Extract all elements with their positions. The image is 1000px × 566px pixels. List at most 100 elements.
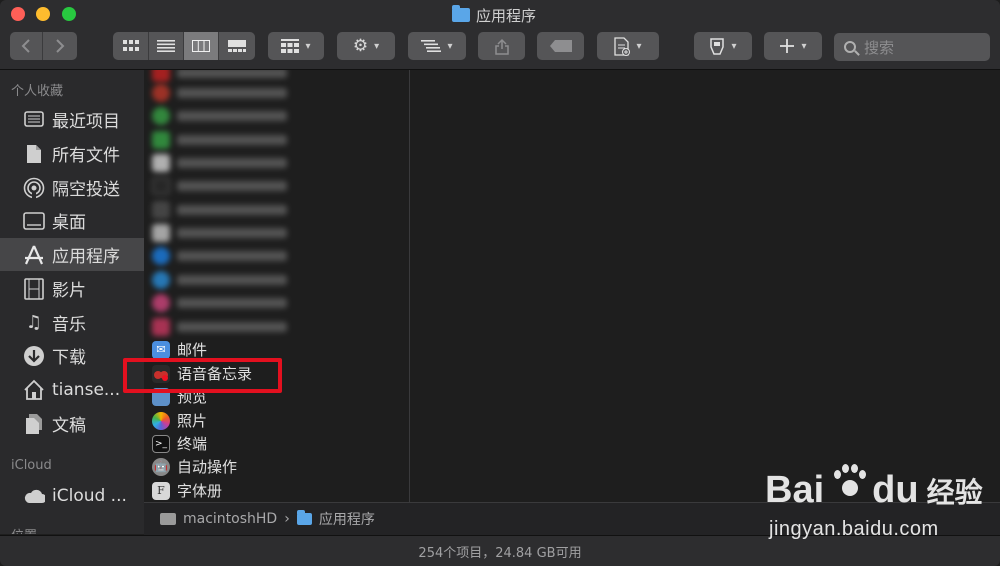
watermark: Bai du 经验 jingyan.baidu.com: [765, 460, 995, 550]
sidebar-item-label: 文稿: [52, 416, 86, 436]
chevron-down-icon: ▾: [801, 40, 807, 52]
plus-icon: [780, 39, 795, 53]
list-item-blurred[interactable]: [152, 128, 287, 151]
sidebar-item-label: 隔空投送: [52, 180, 120, 200]
highlight-box: [123, 358, 282, 393]
applications-icon: [23, 244, 45, 266]
back-button[interactable]: [10, 32, 43, 60]
icon-view-icon: [122, 40, 139, 51]
film-icon: [23, 277, 45, 300]
recents-icon: [23, 109, 45, 131]
list-item-label: 照片: [177, 412, 208, 430]
airdrop-icon: [23, 177, 45, 199]
automator-icon: 🤖: [152, 457, 170, 476]
gallery-view-icon: [228, 40, 246, 52]
maximize-window-button[interactable]: [62, 7, 76, 21]
arrange-button[interactable]: ▾: [408, 32, 466, 60]
finder-window: 应用程序 ▾ ⚙ ▾ ▾ ▾ ▾ ▾ 搜索 个人收藏 最近项目 所有文件 隔空投…: [0, 0, 1000, 566]
list-item-blurred[interactable]: [152, 291, 287, 314]
new-document-icon: [614, 36, 631, 56]
list-item-label: 终端: [177, 435, 208, 453]
photos-icon: [152, 411, 170, 430]
list-item-blurred[interactable]: [152, 315, 287, 338]
sidebar-item-desktop[interactable]: 桌面: [0, 204, 144, 237]
list-item-blurred[interactable]: [152, 151, 287, 174]
nav-buttons: [10, 32, 77, 60]
column-view-button[interactable]: [184, 32, 219, 60]
list-item-photos[interactable]: 照片: [152, 409, 207, 432]
sidebar-item-label: 所有文件: [52, 146, 120, 166]
window-title: 应用程序: [452, 5, 536, 25]
gallery-view-button[interactable]: [219, 32, 255, 60]
applications-column: ✉ 邮件 语音备忘录 预览 照片 >_ 终端 🤖 自动操作 F 字体册: [144, 70, 410, 502]
action-button[interactable]: ⚙ ▾: [337, 32, 395, 60]
list-item-blurred[interactable]: [152, 221, 287, 244]
status-text: 254个项目，24.84 GB可用: [418, 545, 582, 561]
sidebar-item-icloud-drive[interactable]: iCloud ...: [0, 479, 144, 512]
sidebar-item-label: 应用程序: [52, 247, 120, 267]
document-icon: [23, 143, 45, 165]
tag-button[interactable]: [537, 32, 584, 60]
home-icon: [23, 379, 45, 401]
download-icon: [23, 345, 45, 367]
search-placeholder: 搜索: [864, 38, 895, 57]
path-disk[interactable]: macintoshHD: [183, 511, 277, 527]
list-view-button[interactable]: [149, 32, 184, 60]
watermark-url: jingyan.baidu.com: [769, 518, 939, 540]
mail-icon: ✉: [152, 340, 170, 359]
terminal-icon: >_: [152, 434, 170, 453]
list-item-label: 自动操作: [177, 458, 238, 476]
list-item-automator[interactable]: 🤖 自动操作: [152, 455, 237, 478]
list-item-blurred[interactable]: [152, 244, 287, 267]
sidebar-header-favorites: 个人收藏: [11, 84, 64, 99]
sidebar-item-movies[interactable]: 影片: [0, 272, 144, 305]
sidebar-item-applications[interactable]: 应用程序: [0, 238, 144, 271]
icon-view-button[interactable]: [113, 32, 149, 60]
sidebar-item-recents[interactable]: 最近项目: [0, 103, 144, 136]
watermark-brand2: du: [872, 469, 919, 511]
folder-icon: [296, 510, 312, 525]
desktop-icon: [23, 210, 45, 232]
watermark-brand: Bai: [765, 469, 825, 511]
list-item-font-book[interactable]: F 字体册: [152, 479, 222, 502]
cloud-icon: [23, 485, 45, 507]
minimize-window-button[interactable]: [36, 7, 50, 21]
list-view-icon: [157, 40, 175, 52]
list-item-label: 字体册: [177, 482, 223, 500]
sidebar-item-airdrop[interactable]: 隔空投送: [0, 171, 144, 204]
storage-icon: [710, 38, 725, 55]
storage-button[interactable]: ▾: [694, 32, 752, 60]
sidebar-header-locations: 位置: [11, 525, 37, 534]
sidebar-item-label: iCloud ...: [52, 485, 127, 506]
close-window-button[interactable]: [11, 7, 25, 21]
window-title-label: 应用程序: [476, 6, 537, 25]
chevron-down-icon: ▾: [447, 40, 453, 52]
sidebar-item-music[interactable]: ♫ 音乐: [0, 306, 144, 339]
paw-icon: [828, 462, 868, 502]
list-item-blurred[interactable]: [152, 81, 287, 104]
list-item-blurred[interactable]: [152, 268, 287, 291]
sidebar-item-documents[interactable]: 文稿: [0, 407, 144, 440]
sidebar-item-label: tianse...: [52, 379, 121, 400]
chevron-down-icon: ▾: [731, 40, 737, 52]
group-button[interactable]: ▾: [268, 32, 324, 60]
view-mode-control: [113, 32, 255, 60]
music-icon: ♫: [25, 312, 43, 333]
list-item-blurred[interactable]: [152, 198, 287, 221]
share-button[interactable]: [478, 32, 525, 60]
new-document-button[interactable]: ▾: [597, 32, 659, 60]
list-item-blurred[interactable]: [152, 104, 287, 127]
search-icon: [844, 41, 856, 53]
chevron-down-icon: ▾: [636, 40, 642, 52]
arrange-lines-icon: [421, 40, 442, 52]
chevron-left-icon: [21, 39, 30, 53]
search-field[interactable]: 搜索: [834, 33, 990, 61]
list-item-blurred[interactable]: [152, 174, 287, 197]
forward-button[interactable]: [43, 32, 77, 60]
path-separator-icon: ›: [284, 511, 290, 527]
preview-column: [411, 70, 1000, 502]
list-item-terminal[interactable]: >_ 终端: [152, 432, 207, 455]
add-button[interactable]: ▾: [764, 32, 822, 60]
path-folder[interactable]: 应用程序: [319, 509, 375, 529]
sidebar-item-all-files[interactable]: 所有文件: [0, 137, 144, 170]
